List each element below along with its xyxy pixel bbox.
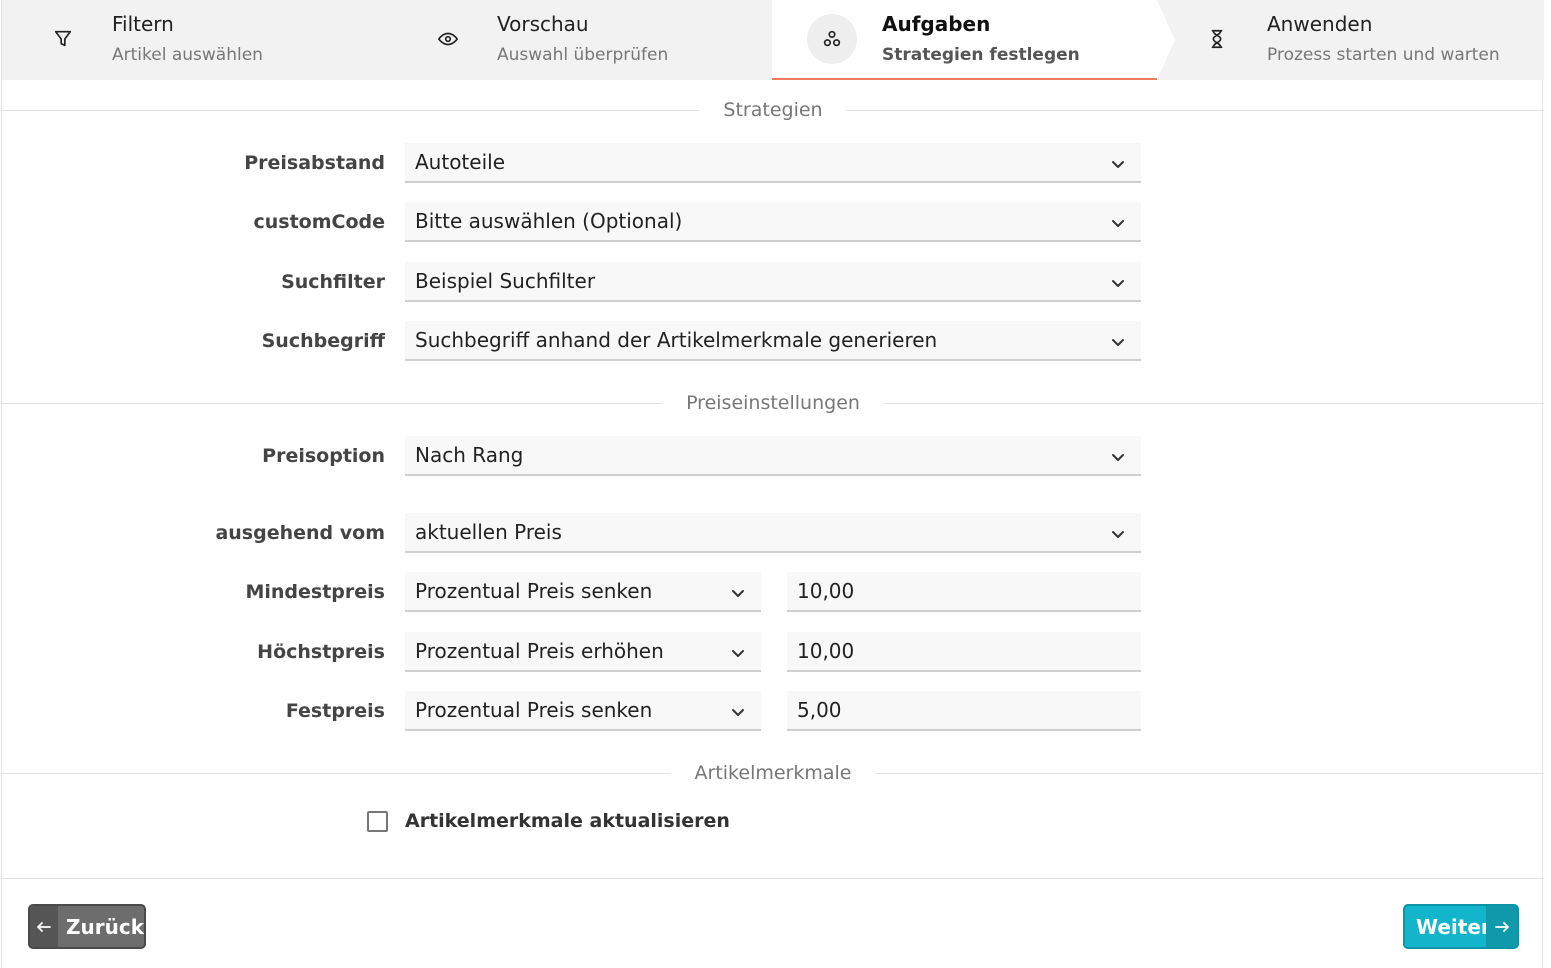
back-button-label: Zurück (66, 914, 144, 939)
stepper: Filtern Artikel auswählen Vorschau Auswa… (2, 0, 1544, 80)
ausgehend-select[interactable]: aktuellen Preis (405, 513, 1141, 553)
step-aufgaben[interactable]: Aufgaben Strategien festlegen (772, 0, 1175, 80)
mindestpreis-label: Mindestpreis (245, 581, 385, 603)
suchfilter-label: Suchfilter (281, 271, 385, 293)
select-value: Prozentual Preis senken (415, 698, 653, 722)
chevron-down-icon (729, 643, 747, 661)
chevron-down-icon (1109, 213, 1127, 231)
select-value: Prozentual Preis erhöhen (415, 639, 664, 663)
step-title: Filtern (112, 12, 174, 36)
chevron-down-icon (1109, 332, 1127, 350)
chevron-down-icon (1109, 524, 1127, 542)
mindestpreis-amount-input[interactable] (787, 572, 1141, 612)
next-button-label: Weiter (1416, 914, 1491, 939)
wizard-frame: Filtern Artikel auswählen Vorschau Auswa… (1, 0, 1544, 968)
eye-icon (423, 14, 473, 64)
step-subtitle: Strategien festlegen (882, 45, 1080, 65)
step-subtitle: Auswahl überprüfen (497, 45, 669, 65)
back-button[interactable]: Zurück (28, 904, 146, 949)
chevron-down-icon (1109, 273, 1127, 291)
festpreis-amount-input[interactable] (787, 691, 1141, 731)
tasks-icon (807, 14, 857, 64)
step-vorschau[interactable]: Vorschau Auswahl überprüfen (387, 0, 772, 80)
step-title: Vorschau (497, 12, 589, 36)
section-preiseinstellungen: Preiseinstellungen (2, 392, 1544, 414)
arrow-left-icon (30, 906, 58, 947)
preisabstand-select[interactable]: Autoteile (405, 143, 1141, 183)
step-subtitle: Artikel auswählen (112, 45, 263, 65)
customcode-label: customCode (253, 211, 385, 233)
filter-icon (38, 14, 88, 64)
section-strategien: Strategien (2, 99, 1544, 121)
chevron-down-icon (1109, 154, 1127, 172)
preisoption-select[interactable]: Nach Rang (405, 436, 1141, 476)
ausgehend-label: ausgehend vom (215, 522, 385, 544)
chevron-down-icon (1109, 447, 1127, 465)
next-button[interactable]: Weiter (1403, 904, 1519, 949)
preisoption-label: Preisoption (262, 445, 385, 467)
suchfilter-select[interactable]: Beispiel Suchfilter (405, 262, 1141, 302)
artikelmerkmale-checkbox[interactable] (367, 810, 388, 832)
step-title: Aufgaben (882, 12, 991, 36)
section-artikelmerkmale: Artikelmerkmale (2, 762, 1544, 784)
section-title: Strategien (699, 99, 847, 121)
section-title: Preiseinstellungen (662, 392, 884, 414)
chevron-down-icon (729, 583, 747, 601)
step-subtitle: Prozess starten und warten (1267, 45, 1500, 65)
step-arrow (1157, 0, 1175, 80)
select-value: Nach Rang (415, 443, 524, 467)
hoechstpreis-mode-select[interactable]: Prozentual Preis erhöhen (405, 632, 761, 672)
select-value: Beispiel Suchfilter (415, 269, 596, 293)
step-filtern[interactable]: Filtern Artikel auswählen (2, 0, 387, 80)
checkbox-label[interactable]: Artikelmerkmale aktualisieren (405, 810, 730, 832)
select-value: aktuellen Preis (415, 520, 562, 544)
select-value: Prozentual Preis senken (415, 579, 653, 603)
select-value: Bitte auswählen (Optional) (415, 209, 683, 233)
hourglass-icon (1192, 14, 1242, 64)
arrow-right-icon (1486, 906, 1517, 947)
suchbegriff-label: Suchbegriff (261, 330, 385, 352)
step-anwenden[interactable]: Anwenden Prozess starten und warten (1157, 0, 1542, 80)
festpreis-mode-select[interactable]: Prozentual Preis senken (405, 691, 761, 731)
festpreis-label: Festpreis (285, 700, 385, 722)
step-title: Anwenden (1267, 12, 1373, 36)
preisabstand-label: Preisabstand (244, 152, 385, 174)
mindestpreis-mode-select[interactable]: Prozentual Preis senken (405, 572, 761, 612)
artikelmerkmale-checkbox-row: Artikelmerkmale aktualisieren (367, 808, 730, 834)
chevron-down-icon (729, 702, 747, 720)
section-title: Artikelmerkmale (670, 762, 876, 784)
hoechstpreis-label: Höchstpreis (257, 641, 385, 663)
select-value: Autoteile (415, 150, 505, 174)
footer-divider (2, 878, 1544, 879)
select-value: Suchbegriff anhand der Artikelmerkmale g… (415, 328, 938, 352)
hoechstpreis-amount-input[interactable] (787, 632, 1141, 672)
customcode-select[interactable]: Bitte auswählen (Optional) (405, 202, 1141, 242)
suchbegriff-select[interactable]: Suchbegriff anhand der Artikelmerkmale g… (405, 321, 1141, 361)
